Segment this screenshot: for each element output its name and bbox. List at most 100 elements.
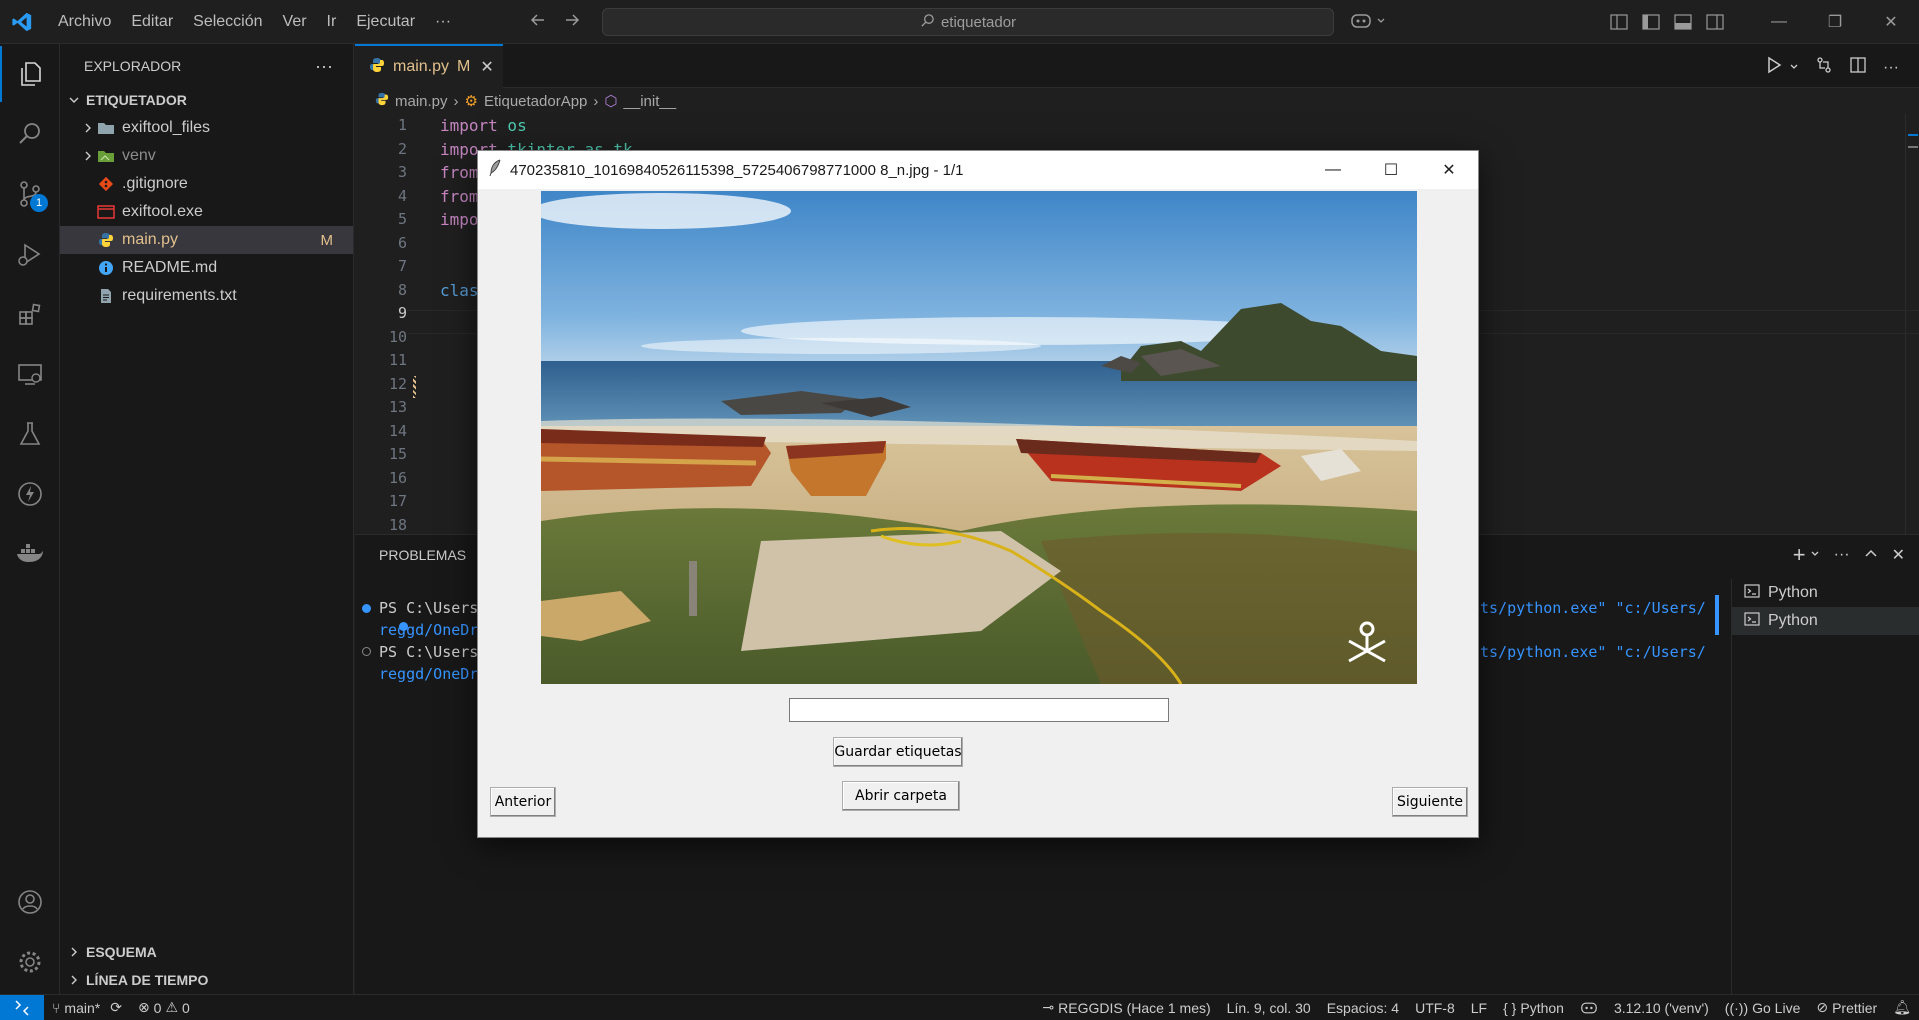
keyword: clas	[440, 281, 479, 300]
menu-ir[interactable]: Ir	[317, 0, 347, 44]
menu-editar[interactable]: Editar	[121, 0, 183, 44]
encoding[interactable]: UTF-8	[1407, 1000, 1463, 1016]
sync-icon[interactable]: ⟳	[110, 999, 122, 1016]
tree-item-label: venv	[122, 147, 156, 164]
manage-gear-icon[interactable]	[0, 934, 60, 990]
save-tags-button[interactable]: Guardar etiquetas	[833, 737, 963, 767]
docker-icon[interactable]	[0, 526, 60, 582]
tree-item-requirements[interactable]: requirements.txt	[60, 282, 353, 310]
run-debug-icon[interactable]	[0, 226, 60, 282]
menu-archivo[interactable]: Archivo	[48, 0, 121, 44]
git-blame[interactable]: ⊸ REGGDIS (Hace 1 mes)	[1034, 999, 1218, 1016]
cursor-position[interactable]: Lín. 9, col. 30	[1219, 1000, 1319, 1016]
customize-layout-icon[interactable]	[1603, 6, 1635, 38]
command-center-search[interactable]: etiquetador	[602, 8, 1334, 36]
tree-item-gitignore[interactable]: .gitignore	[60, 170, 353, 198]
panel-more-icon[interactable]: ···	[1834, 546, 1850, 564]
minimize-icon[interactable]: —	[1304, 151, 1362, 189]
remote-indicator-icon[interactable]	[0, 994, 44, 1020]
close-tab-icon[interactable]: ✕	[480, 57, 493, 77]
language-mode[interactable]: { } Python	[1495, 1000, 1572, 1016]
line-number: 8	[397, 281, 407, 299]
tree-item-venv[interactable]: venv	[60, 142, 353, 170]
line-number: 1	[397, 116, 407, 134]
copilot-icon[interactable]	[1350, 11, 1386, 31]
editor-scrollbar[interactable]	[1905, 114, 1919, 534]
copilot-status-icon[interactable]	[1572, 1000, 1606, 1016]
tree-item-readme[interactable]: README.md	[60, 254, 353, 282]
branch-indicator[interactable]: ⑂ main* ⟳	[44, 999, 130, 1016]
terminal-item[interactable]: Python	[1732, 607, 1919, 635]
previous-button[interactable]: Anterior	[490, 787, 556, 817]
toggle-sidebar-icon[interactable]	[1635, 6, 1667, 38]
notifications-bell-icon[interactable]: 🔔︎	[1885, 999, 1919, 1016]
explorer-icon[interactable]	[0, 46, 60, 102]
terminal-scrollbar[interactable]	[1715, 595, 1719, 635]
project-section-header[interactable]: ETIQUETADOR	[60, 88, 353, 112]
close-icon[interactable]: ✕	[1420, 151, 1478, 189]
testing-icon[interactable]	[0, 406, 60, 462]
explorer-more-icon[interactable]: ···	[315, 56, 333, 77]
toggle-secondary-sidebar-icon[interactable]	[1699, 6, 1731, 38]
tags-input[interactable]	[789, 698, 1169, 722]
python-interpreter[interactable]: 3.12.10 ('venv')	[1606, 1000, 1717, 1016]
line-number: 5	[397, 210, 407, 228]
terminal-dropdown-icon[interactable]	[1810, 546, 1820, 564]
timeline-section[interactable]: LÍNEA DE TIEMPO	[60, 966, 354, 994]
tree-item-exiftool-exe[interactable]: exiftool.exe	[60, 198, 353, 226]
split-editor-icon[interactable]	[1849, 56, 1867, 79]
maximize-icon[interactable]: ☐	[1362, 151, 1420, 189]
tree-item-exiftool-files[interactable]: exiftool_files	[60, 114, 353, 142]
language-name: Python	[1520, 999, 1564, 1016]
go-live[interactable]: ((·)) Go Live	[1717, 1000, 1809, 1016]
back-arrow-icon[interactable]	[528, 10, 548, 35]
open-folder-button[interactable]: Abrir carpeta	[842, 781, 960, 811]
new-terminal-icon[interactable]: +	[1793, 544, 1806, 566]
more-actions-icon[interactable]: ···	[1883, 59, 1899, 77]
next-button[interactable]: Siguiente	[1392, 787, 1468, 817]
restore-window-icon[interactable]: ❐	[1807, 0, 1863, 44]
compare-changes-icon[interactable]	[1815, 56, 1833, 79]
breadcrumb-class[interactable]: EtiquetadorApp	[484, 93, 587, 110]
modified-indicator: M	[320, 231, 334, 249]
toggle-panel-icon[interactable]	[1667, 6, 1699, 38]
line-number: 13	[388, 398, 407, 416]
close-window-icon[interactable]: ✕	[1863, 0, 1919, 44]
extensions-icon[interactable]	[0, 286, 60, 342]
search-icon[interactable]	[0, 106, 60, 162]
end-of-line[interactable]: LF	[1463, 1000, 1495, 1016]
tab-main-py[interactable]: main.py M ✕	[355, 44, 503, 88]
maximize-panel-icon[interactable]	[1864, 546, 1878, 565]
terminal-line-1: PS C:\Users	[379, 599, 479, 617]
feather-icon	[488, 159, 502, 181]
run-dropdown-icon[interactable]	[1789, 59, 1799, 77]
menu-seleccion[interactable]: Selección	[183, 0, 272, 44]
lightning-icon[interactable]	[0, 466, 60, 522]
menu-ejecutar[interactable]: Ejecutar	[346, 0, 425, 44]
accounts-icon[interactable]	[0, 874, 60, 930]
tree-item-main-py[interactable]: main.py M	[60, 226, 353, 254]
search-placeholder: etiquetador	[940, 13, 1017, 31]
chevron-right-icon	[80, 122, 96, 134]
prettier[interactable]: ⊘ Prettier	[1808, 999, 1885, 1016]
remote-explorer-icon[interactable]	[0, 346, 60, 402]
menu-more[interactable]: ···	[425, 0, 461, 44]
line-number: 11	[388, 351, 407, 369]
tree-item-label: .gitignore	[122, 175, 188, 192]
source-control-icon[interactable]: 1	[0, 166, 60, 222]
minimize-window-icon[interactable]: —	[1751, 0, 1807, 44]
breadcrumb-file[interactable]: main.py	[395, 93, 448, 110]
indentation[interactable]: Espacios: 4	[1319, 1000, 1407, 1016]
breadcrumb-method[interactable]: __init__	[624, 93, 677, 110]
terminal-icon	[1744, 611, 1760, 632]
run-python-icon[interactable]	[1765, 56, 1783, 79]
window-title: 470235810_10169840526115398_572540679877…	[510, 161, 964, 179]
exe-file-icon	[96, 203, 116, 221]
menu-ver[interactable]: Ver	[273, 0, 317, 44]
terminal-item[interactable]: Python	[1732, 579, 1919, 607]
forward-arrow-icon[interactable]	[562, 10, 582, 35]
problems-indicator[interactable]: ⊗ 0 ⚠ 0	[130, 999, 198, 1016]
outline-section[interactable]: ESQUEMA	[60, 938, 354, 966]
tab-problems[interactable]: PROBLEMAS	[379, 547, 466, 563]
close-panel-icon[interactable]: ✕	[1892, 545, 1905, 565]
